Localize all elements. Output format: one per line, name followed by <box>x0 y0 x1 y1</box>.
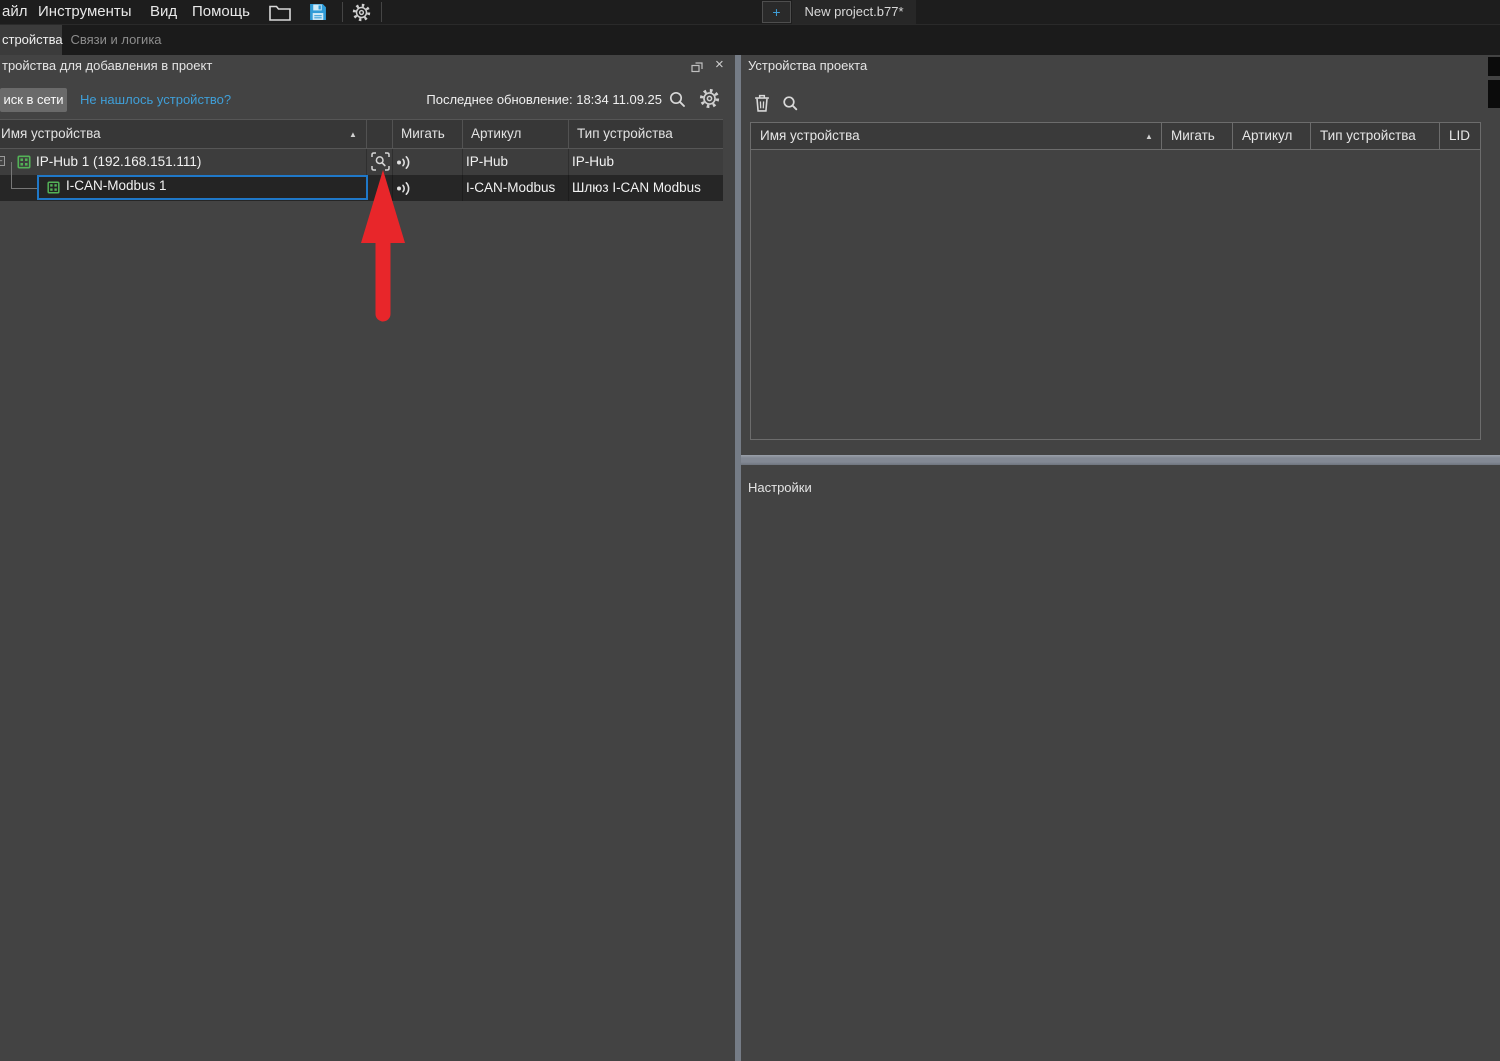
gear-icon[interactable] <box>352 3 371 22</box>
device-not-found-link[interactable]: Не нашлось устройство? <box>80 92 231 107</box>
devices-to-add-panel: тройства для добавления в проект × иск в… <box>0 55 735 1061</box>
menu-item-view[interactable]: Вид <box>150 0 177 24</box>
menu-item-tools[interactable]: Инструменты <box>38 0 132 24</box>
column-header-blink[interactable]: Мигать <box>1161 123 1232 149</box>
device-icon <box>47 181 60 194</box>
device-type: Шлюз I-CAN Modbus <box>572 175 701 201</box>
column-header-type[interactable]: Тип устройства <box>1310 123 1439 149</box>
column-header-article[interactable]: Артикул <box>1232 123 1310 149</box>
undock-panel-icon[interactable] <box>691 62 703 73</box>
trash-icon[interactable] <box>754 94 770 112</box>
device-article: I-CAN-Modbus <box>466 175 555 201</box>
gear-icon[interactable] <box>699 88 720 109</box>
project-table-empty-body[interactable] <box>750 150 1481 440</box>
device-icon <box>17 155 31 169</box>
cell-divider <box>568 149 569 175</box>
selected-name-cell[interactable]: I-CAN-Modbus 1 <box>37 175 368 200</box>
tree-expander-icon[interactable]: – <box>0 156 5 166</box>
toolbar-separator <box>342 2 343 22</box>
panel-title: тройства для добавления в проект <box>2 58 212 73</box>
column-header-name[interactable]: Имя устройства <box>0 120 366 148</box>
sort-asc-icon[interactable]: ▲ <box>349 130 357 139</box>
sort-asc-icon[interactable]: ▲ <box>1145 132 1153 141</box>
search-icon[interactable] <box>782 95 799 112</box>
view-tab-strip: стройства Связи и логика <box>0 25 1500 55</box>
device-type: IP-Hub <box>572 149 614 175</box>
column-header-locate[interactable] <box>366 120 392 148</box>
column-header-blink[interactable]: Мигать <box>392 120 462 148</box>
cell-divider <box>462 149 463 175</box>
search-network-button[interactable]: иск в сети <box>0 88 67 112</box>
last-update-text: Последнее обновление: 18:34 11.09.25 <box>300 92 662 107</box>
cell-divider <box>568 175 569 201</box>
column-header-type[interactable]: Тип устройства <box>568 120 723 148</box>
device-table-header: Имя устройства ▲ Мигать Артикул Тип устр… <box>0 119 723 149</box>
device-name: I-CAN-Modbus 1 <box>66 175 167 196</box>
panel-title: Устройства проекта <box>748 58 867 73</box>
save-icon[interactable] <box>309 3 327 21</box>
tab-links-and-logic[interactable]: Связи и логика <box>62 25 170 55</box>
column-header-name[interactable]: Имя устройства <box>751 123 1161 149</box>
menu-item-help[interactable]: Помощь <box>192 0 250 24</box>
horizontal-splitter[interactable] <box>741 455 1500 465</box>
menu-item-file[interactable]: айл <box>2 0 27 24</box>
column-header-article[interactable]: Артикул <box>462 120 568 148</box>
tree-branch-line <box>11 162 12 188</box>
open-folder-icon[interactable] <box>269 4 291 21</box>
project-doc-tab[interactable]: New project.b77* <box>792 0 916 24</box>
column-header-lid[interactable]: LID <box>1439 123 1482 149</box>
close-panel-icon[interactable]: × <box>715 55 724 75</box>
settings-panel: Настройки <box>741 465 1500 1061</box>
cell-divider <box>462 175 463 201</box>
search-icon[interactable] <box>668 90 687 109</box>
device-article: IP-Hub <box>466 149 508 175</box>
project-devices-panel: Устройства проекта Имя устройства ▲ Мига… <box>741 55 1500 455</box>
panel-title: Настройки <box>748 480 812 495</box>
panel-edge-button[interactable] <box>1488 80 1500 108</box>
device-name: IP-Hub 1 (192.168.151.111) <box>36 149 201 175</box>
project-table-header: Имя устройства ▲ Мигать Артикул Тип устр… <box>750 122 1481 150</box>
red-arrow-annotation <box>348 167 418 327</box>
panel-edge-button[interactable] <box>1488 57 1500 76</box>
menu-bar: айл Инструменты Вид Помощь + New project… <box>0 0 1500 25</box>
tab-devices[interactable]: стройства <box>0 25 62 55</box>
toolbar-separator <box>381 2 382 22</box>
tree-branch-line <box>11 188 37 189</box>
new-project-tab-button[interactable]: + <box>762 1 791 23</box>
